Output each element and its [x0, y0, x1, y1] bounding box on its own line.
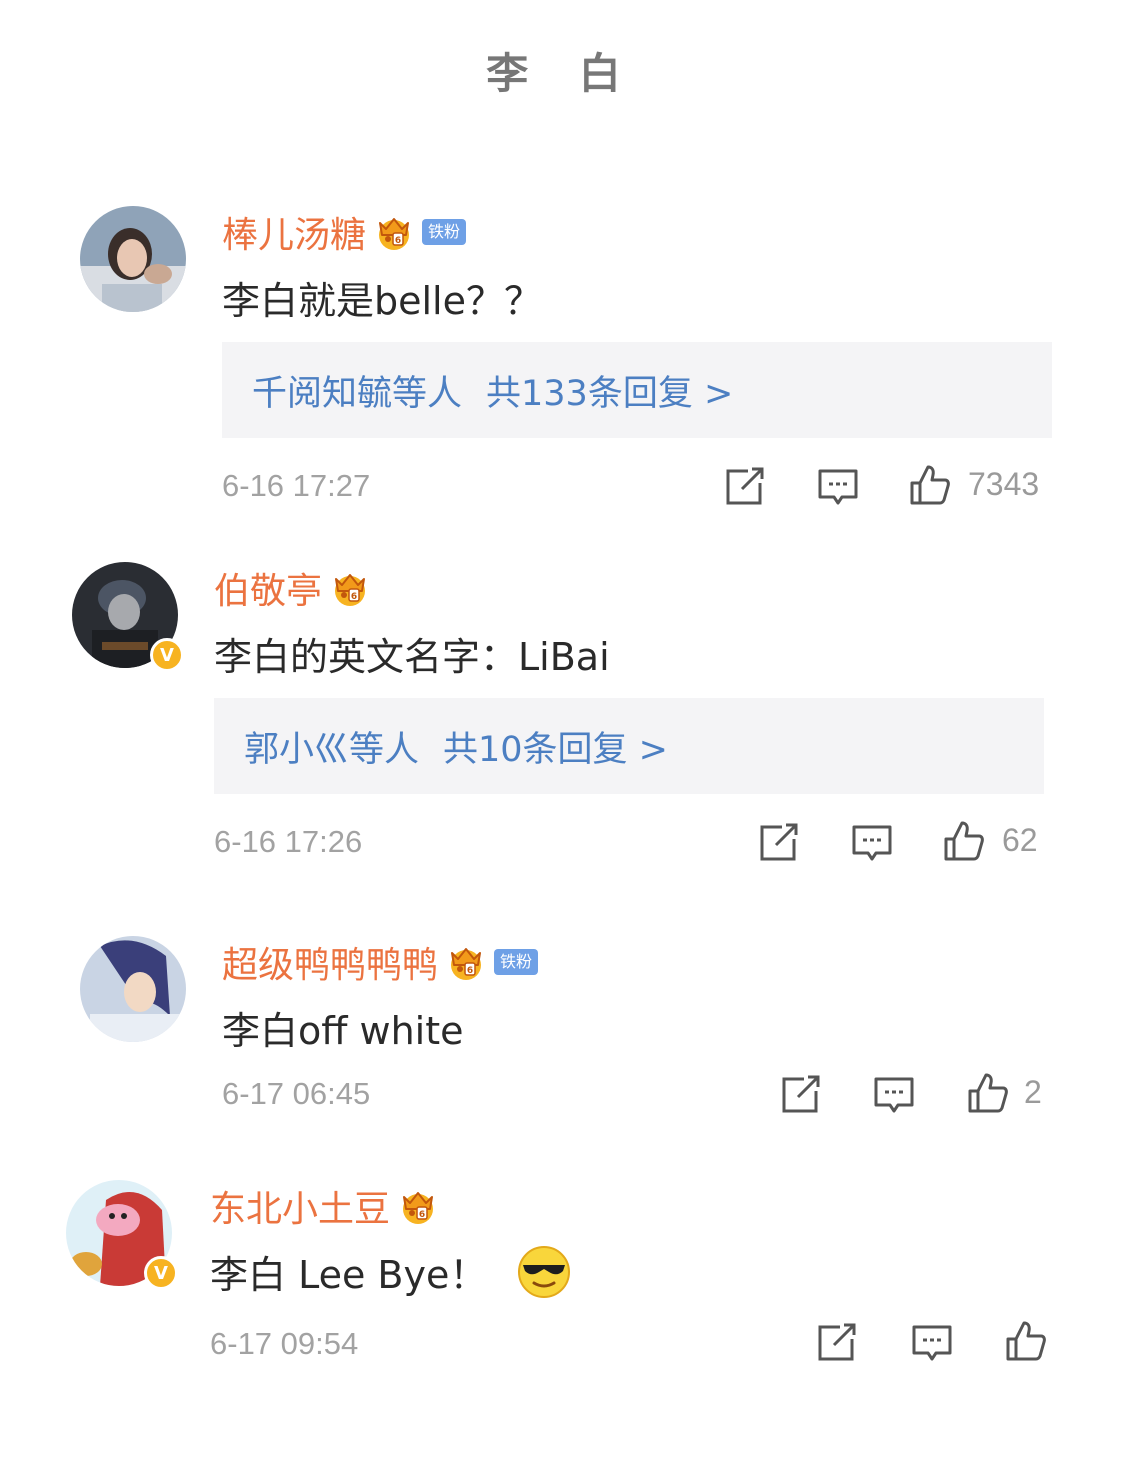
crown-icon	[446, 943, 486, 981]
verified-badge: V	[144, 1256, 178, 1290]
crown-icon	[330, 569, 370, 607]
like-count: 2	[1024, 1074, 1042, 1110]
page-title: 李 白	[486, 49, 639, 98]
comment-text: 李白的英文名字：LiBai	[214, 635, 610, 679]
comment-text-content: 李白 Lee Bye！	[210, 1253, 488, 1297]
comment-time: 6-17 09:54	[210, 1326, 359, 1361]
comment-text: 李白就是belle？？	[222, 279, 542, 323]
comment-text: 李白 Lee Bye！	[210, 1244, 571, 1299]
reply-summary[interactable]: 郭小巛等人 共10条回复 >	[214, 698, 1044, 794]
like-count: 7343	[968, 466, 1040, 502]
crown-icon	[374, 213, 414, 251]
username[interactable]: 伯敬亭	[214, 562, 322, 614]
sunglasses-emoji-icon	[517, 1245, 571, 1299]
share-icon[interactable]	[814, 1321, 858, 1365]
reply-users: 郭小巛等人	[244, 729, 420, 770]
comment-time: 6-17 06:45	[222, 1076, 371, 1111]
comment-icon[interactable]	[910, 1321, 954, 1365]
avatar[interactable]	[80, 936, 186, 1042]
comment-icon[interactable]	[850, 821, 894, 865]
verified-badge: V	[150, 638, 184, 672]
comment-text: 李白off white	[222, 1009, 464, 1053]
fan-badge: 铁粉	[494, 949, 539, 975]
thumbs-up-icon[interactable]	[966, 1071, 1010, 1115]
avatar[interactable]	[80, 206, 186, 312]
comment-time: 6-16 17:26	[214, 824, 363, 859]
comment-time: 6-16 17:27	[222, 468, 371, 503]
thumbs-up-icon[interactable]	[908, 463, 952, 507]
thumbs-up-icon[interactable]	[1004, 1319, 1048, 1363]
reply-users: 千阅知毓等人	[252, 373, 463, 414]
username[interactable]: 棒儿汤糖	[222, 206, 366, 258]
share-icon[interactable]	[778, 1073, 822, 1117]
avatar[interactable]: V	[72, 562, 184, 672]
share-icon[interactable]	[756, 821, 800, 865]
reply-count-link[interactable]: 共133条回复 >	[486, 365, 733, 416]
reply-summary[interactable]: 千阅知毓等人 共133条回复 >	[222, 342, 1052, 438]
reply-count-link[interactable]: 共10条回复 >	[443, 721, 668, 772]
fan-badge: 铁粉	[422, 219, 467, 245]
share-icon[interactable]	[722, 465, 766, 509]
thumbs-up-icon[interactable]	[942, 819, 986, 863]
comment-icon[interactable]	[872, 1073, 916, 1117]
avatar[interactable]: V	[66, 1180, 178, 1290]
like-count: 62	[1002, 822, 1038, 858]
username[interactable]: 超级鸭鸭鸭鸭	[222, 936, 438, 988]
crown-icon	[398, 1187, 438, 1225]
comment-icon[interactable]	[816, 465, 860, 509]
username[interactable]: 东北小土豆	[210, 1180, 390, 1232]
